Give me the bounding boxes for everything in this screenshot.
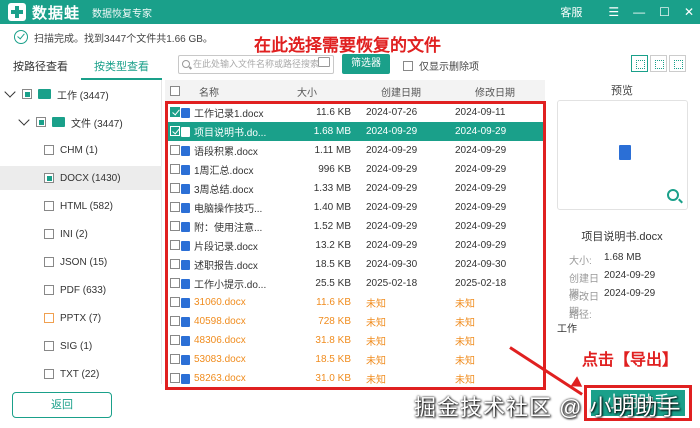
export-annotation: 点击【导出】 (582, 352, 679, 369)
app-logo: 数据蛙 数据恢复专家 (8, 2, 152, 23)
menu-icon[interactable]: ☰ (608, 5, 619, 19)
tree-item-html[interactable]: HTML (582) (44, 194, 113, 218)
search-placeholder: 在此处输入文件名称或路径搜索 (193, 59, 320, 69)
preview-panel: 预览 项目说明书.docx 大小: 1.68 MB 创建日期: 2024-09-… (551, 80, 693, 384)
sidebar-tabs: 按路径查看 按类型查看 (0, 56, 162, 80)
tree-item-pptx[interactable]: PPTX (7) (44, 306, 101, 330)
preview-size: 大小: 1.68 MB (569, 252, 641, 267)
search-icon (182, 60, 190, 68)
scan-complete-text: 扫描完成。找到3447个文件共1.66 GB。 (34, 33, 213, 45)
zoom-icon[interactable] (667, 189, 679, 201)
preview-title: 预览 (611, 85, 633, 97)
folder-icon (38, 89, 51, 99)
tree-item-label: JSON (15) (60, 256, 108, 268)
meta-label: 路径: (569, 310, 592, 321)
tree-item-txt[interactable]: TXT (22) (44, 362, 99, 386)
tree-item-files[interactable]: 文件 (3447) (18, 110, 123, 134)
app-subtitle: 数据恢复专家 (92, 8, 153, 20)
file-list-highlight (165, 101, 546, 390)
chevron-down-icon[interactable] (18, 114, 30, 126)
column-name[interactable]: 名称 (199, 84, 219, 99)
table-header: 名称 大小 创建日期 修改日期 (165, 80, 545, 102)
browse-folder-icon[interactable] (318, 57, 330, 67)
tab-by-type[interactable]: 按类型查看 (81, 56, 162, 80)
sidebar-tree: 工作 (3447) 文件 (3447) CHM (1) DOCX (1430) … (0, 80, 162, 384)
tree-item-label: 文件 (3447) (71, 118, 123, 130)
tree-checkbox[interactable] (44, 341, 54, 351)
app-name: 数据蛙 (32, 4, 81, 22)
tree-item-docx[interactable]: DOCX (1430) (0, 166, 162, 190)
chevron-down-icon[interactable] (4, 86, 16, 98)
tree-checkbox[interactable] (44, 257, 54, 267)
minimize-icon[interactable]: — (633, 5, 645, 19)
grid-view-icon[interactable] (631, 55, 648, 72)
tree-item-json[interactable]: JSON (15) (44, 250, 107, 274)
preview-card (557, 100, 688, 210)
tree-item-label: PPTX (7) (60, 312, 102, 324)
only-deleted-label: 仅显示删除项 (419, 62, 479, 73)
meta-value: 2024-09-29 (604, 288, 656, 299)
column-modified[interactable]: 修改日期 (475, 84, 515, 99)
check-circle-icon (14, 30, 28, 44)
tree-item-ini[interactable]: INI (2) (44, 222, 88, 246)
tree-item-label: CHM (1) (60, 144, 98, 156)
maximize-icon[interactable]: ☐ (659, 5, 670, 19)
tree-item-label: INI (2) (60, 228, 88, 240)
filter-button[interactable]: 筛选器 (342, 54, 390, 74)
view-mode-buttons (629, 55, 686, 72)
tree-item-pdf[interactable]: PDF (633) (44, 278, 106, 302)
tree-checkbox[interactable] (44, 201, 54, 211)
tree-checkbox[interactable] (44, 173, 54, 183)
list-view-icon[interactable] (669, 55, 686, 72)
tree-item-sig[interactable]: SIG (1) (44, 334, 92, 358)
file-toolbar: 在此处输入文件名称或路径搜索 筛选器 仅显示删除项 (170, 54, 690, 76)
select-all-checkbox[interactable] (170, 86, 180, 96)
tile-view-icon[interactable] (650, 55, 667, 72)
preview-path: 路径: (569, 306, 604, 321)
column-size[interactable]: 大小 (297, 84, 317, 99)
tree-checkbox[interactable] (44, 285, 54, 295)
window-controls: 客服 ☰ — ☐ ✕ (546, 0, 694, 24)
folder-icon (52, 117, 65, 127)
tree-item-chm[interactable]: CHM (1) (44, 138, 98, 162)
close-icon[interactable]: ✕ (684, 5, 694, 19)
tree-item-label: TXT (22) (60, 368, 100, 380)
tree-checkbox[interactable] (44, 229, 54, 239)
tree-item-label: HTML (582) (60, 200, 113, 212)
tree-checkbox[interactable] (44, 145, 54, 155)
select-files-annotation: 在此选择需要恢复的文件 (254, 36, 441, 55)
back-button[interactable]: 返回 (12, 392, 112, 418)
preview-file-name: 项目说明书.docx (581, 231, 663, 243)
tree-checkbox[interactable] (36, 117, 46, 127)
title-bar: 数据蛙 数据恢复专家 客服 ☰ — ☐ ✕ (0, 0, 700, 24)
tree-item-label: PDF (633) (60, 284, 107, 296)
tree-item-label: DOCX (1430) (60, 172, 121, 184)
meta-label: 大小: (569, 256, 592, 267)
tree-checkbox[interactable] (44, 369, 54, 379)
only-deleted-toggle[interactable]: 仅显示删除项 (403, 58, 479, 73)
column-created[interactable]: 创建日期 (381, 84, 421, 99)
tree-item-work[interactable]: 工作 (3447) (4, 82, 109, 106)
tree-checkbox[interactable] (44, 313, 54, 323)
preview-path-value: 工作 (557, 324, 577, 335)
tree-checkbox[interactable] (22, 89, 32, 99)
tab-by-path[interactable]: 按路径查看 (0, 56, 81, 80)
docx-file-icon (619, 145, 631, 160)
watermark-text: 掘金技术社区 @ 小明助手 (414, 395, 682, 420)
tree-item-label: 工作 (3447) (57, 90, 109, 102)
search-input[interactable]: 在此处输入文件名称或路径搜索 (178, 55, 334, 74)
only-deleted-checkbox[interactable] (403, 60, 413, 71)
tree-item-label: SIG (1) (60, 340, 93, 352)
meta-value: 1.68 MB (604, 252, 642, 263)
customer-service-button[interactable]: 客服 (560, 4, 582, 20)
logo-icon (8, 3, 26, 21)
